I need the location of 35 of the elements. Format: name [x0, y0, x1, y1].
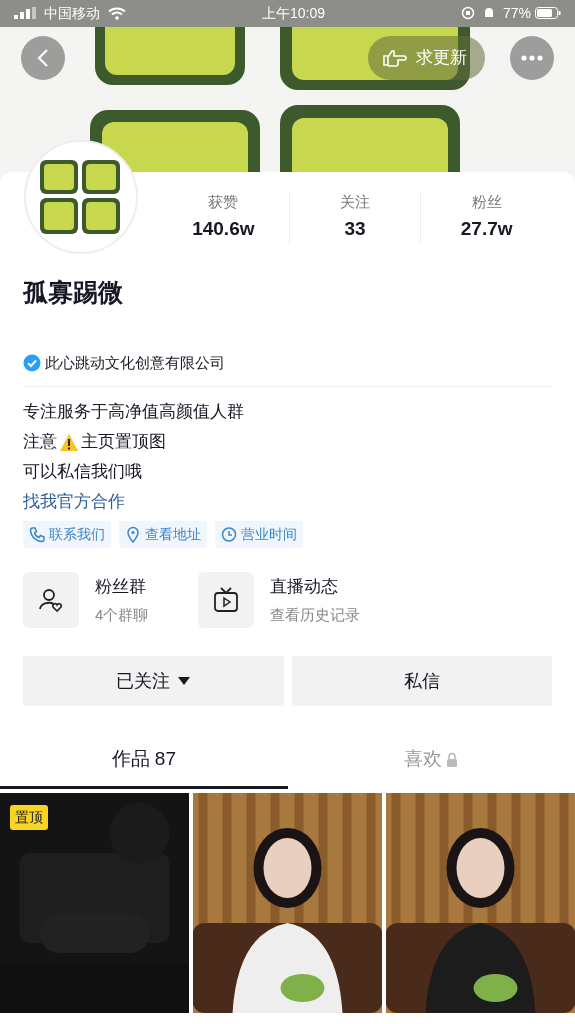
location-pin-icon — [125, 526, 141, 543]
bio-text: 可以私信我们哦 — [23, 461, 142, 483]
cooperation-link[interactable]: 找我官方合作 — [23, 492, 125, 511]
phone-icon — [29, 526, 45, 543]
contact-chip[interactable]: 联系我们 — [23, 521, 111, 548]
feature-title: 粉丝群 — [95, 576, 147, 598]
stat-value: 140.6w — [191, 217, 256, 241]
feature-entry[interactable]: 粉丝群 4个群聊 — [23, 572, 149, 628]
bio-text: 专注服务于高净值高颜值人群 — [23, 401, 244, 423]
profile-name: 孤寡踢微 — [23, 277, 124, 308]
pinned-badge: 置顶 — [10, 804, 48, 830]
feature-subtitle: 4个群聊 — [95, 604, 149, 625]
caret-icon — [178, 677, 191, 685]
message-button[interactable]: 私信 — [291, 656, 552, 706]
stat-label: 粉丝 — [470, 191, 503, 212]
feature-title: 直播动态 — [270, 576, 340, 598]
tv-play-icon — [213, 587, 240, 613]
profile-tab[interactable]: 作品 87 — [0, 744, 288, 789]
feature-entry[interactable]: 直播动态 查看历史记录 — [198, 572, 361, 628]
bio-text: 注意 — [23, 431, 57, 453]
feature-subtitle: 查看历史记录 — [270, 604, 361, 625]
contact-chip[interactable]: 营业时间 — [215, 521, 303, 548]
stat-value: 27.7w — [459, 217, 514, 241]
contact-chip[interactable]: 查看地址 — [119, 521, 207, 548]
people-heart-icon — [38, 587, 64, 613]
stat-label: 关注 — [339, 191, 371, 212]
clock-icon — [221, 526, 237, 543]
verified-organization: 此心跳动文化创意有限公司 — [45, 352, 225, 373]
verified-icon — [23, 353, 41, 372]
stat-label: 获赞 — [207, 191, 240, 212]
bio-text: 主页置顶图 — [81, 431, 166, 453]
lock-icon — [446, 751, 459, 767]
stat-value: 33 — [343, 217, 367, 241]
follow-button[interactable]: 已关注 — [23, 656, 284, 706]
warning-icon — [59, 432, 79, 452]
